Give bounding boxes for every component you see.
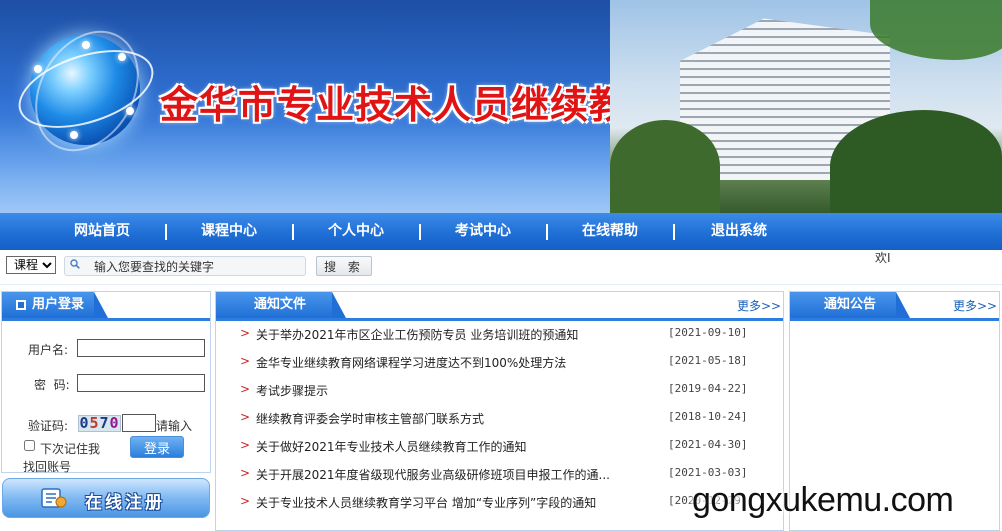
nav-divider (165, 224, 167, 240)
nav-item-home[interactable]: 网站首页 (74, 213, 130, 250)
nav-divider (673, 224, 675, 240)
notice-title[interactable]: 金华专业继续教育网络课程学习进度达不到100%处理方法 (256, 354, 628, 371)
nav-item-help[interactable]: 在线帮助 (582, 213, 638, 250)
node-dot (82, 41, 90, 49)
password-label: 密 码: (34, 378, 70, 392)
nav-item-courses[interactable]: 课程中心 (201, 213, 257, 250)
more-link[interactable]: 更多>> (737, 297, 781, 314)
notice-title[interactable]: 关于做好2021年专业技术人员继续教育工作的通知 (256, 438, 628, 455)
panel-title: 通知文件 (254, 297, 307, 312)
register-icon (41, 488, 67, 508)
username-label: 用户名: (28, 343, 69, 357)
watermark-text: gongxukemu.com (692, 481, 954, 519)
notice-date: [2021-03-03] (668, 466, 748, 479)
remember-label: 下次记住我 (40, 442, 101, 456)
header-banner: 金华市专业技术人员继续教育学习平台 (0, 0, 1002, 213)
notice-title[interactable]: 关于开展2021年度省级现代服务业高级研修班项目申报工作的通... (256, 466, 628, 483)
nav-divider (292, 224, 294, 240)
captcha-label: 验证码: (28, 419, 69, 433)
node-dot (118, 53, 126, 61)
notice-title[interactable]: 考试步骤提示 (256, 382, 628, 399)
chevron-right-icon: > (240, 326, 251, 340)
nav-divider (419, 224, 421, 240)
tree-cluster (610, 120, 720, 213)
square-bullet-icon (16, 300, 26, 310)
panel-header: 通知公告 更多>> (790, 292, 999, 321)
panel-tab: 通知文件 (216, 292, 346, 318)
recover-account-link[interactable]: 找回账号 (23, 458, 71, 475)
search-button[interactable]: 搜 索 (316, 256, 372, 276)
main-nav: 网站首页 课程中心 个人中心 考试中心 在线帮助 退出系统 (0, 213, 1002, 250)
category-select[interactable]: 课程 (6, 256, 56, 274)
notice-title[interactable]: 关于专业技术人员继续教育学习平台 增加“专业序列”字段的通知 (256, 494, 628, 511)
notice-date: [2018-10-24] (668, 410, 748, 423)
remember-checkbox[interactable] (24, 440, 35, 451)
nav-item-logout[interactable]: 退出系统 (711, 213, 767, 250)
captcha-char: 5 (89, 415, 100, 432)
notice-date: [2021-04-30] (668, 438, 748, 451)
notice-item: > 继续教育评委会学时审核主管部门联系方式 [2018-10-24] (216, 408, 783, 428)
register-label: 在线注册 (85, 493, 165, 513)
captcha-field[interactable] (122, 414, 156, 432)
building-photo (610, 0, 1002, 213)
more-link[interactable]: 更多>> (953, 297, 997, 314)
search-input[interactable] (94, 258, 299, 274)
panel-header: 用户登录 (2, 292, 210, 321)
node-dot (34, 65, 42, 73)
chevron-right-icon: > (240, 466, 251, 480)
tab-slant (94, 292, 108, 318)
notice-title[interactable]: 关于举办2021年市区企业工伤预防专员 业务培训班的预通知 (256, 326, 628, 343)
globe-logo (8, 12, 164, 170)
notice-date: [2021-05-18] (668, 354, 748, 367)
node-dot (126, 107, 134, 115)
nav-item-exam[interactable]: 考试中心 (455, 213, 511, 250)
notice-title[interactable]: 继续教育评委会学时审核主管部门联系方式 (256, 410, 628, 427)
chevron-right-icon: > (240, 410, 251, 424)
node-dot (70, 131, 78, 139)
captcha-image[interactable]: 0570 (78, 415, 121, 432)
captcha-hint: 请输入 (156, 419, 193, 433)
nav-item-personal[interactable]: 个人中心 (328, 213, 384, 250)
notice-date: [2021-09-10] (668, 326, 748, 339)
login-button[interactable]: 登录 (130, 436, 184, 458)
notice-item: > 考试步骤提示 [2019-04-22] (216, 380, 783, 400)
panel-title: 通知公告 (824, 297, 877, 312)
chevron-right-icon: > (240, 354, 251, 368)
chevron-right-icon: > (240, 494, 251, 508)
captcha-char: 7 (99, 415, 110, 432)
captcha-char: 0 (109, 415, 120, 432)
notice-item: > 关于举办2021年市区企业工伤预防专员 业务培训班的预通知 [2021-09… (216, 324, 783, 344)
password-field[interactable] (77, 374, 205, 392)
captcha-char: 0 (79, 415, 90, 432)
panel-header: 通知文件 更多>> (216, 292, 783, 321)
notice-item: > 金华专业继续教育网络课程学习进度达不到100%处理方法 [2021-05-1… (216, 352, 783, 372)
notice-date: [2019-04-22] (668, 382, 748, 395)
chevron-right-icon: > (240, 382, 251, 396)
username-field[interactable] (77, 339, 205, 357)
panel-tab: 用户登录 (2, 292, 108, 318)
nav-divider (546, 224, 548, 240)
panel-title: 用户登录 (32, 297, 85, 312)
chevron-right-icon: > (240, 438, 251, 452)
tab-slant (332, 292, 346, 318)
tab-slant (896, 292, 910, 318)
register-button[interactable]: 在线注册 (2, 478, 210, 518)
panel-tab: 通知公告 (790, 292, 910, 318)
search-icon (70, 259, 80, 269)
login-panel: 用户登录 用户名: 密 码: 验证码: 0570 请输入 下次记住我 登录 找回… (1, 291, 211, 475)
welcome-text: 欢I (875, 251, 891, 265)
notice-item: > 关于做好2021年专业技术人员继续教育工作的通知 [2021-04-30] (216, 436, 783, 456)
